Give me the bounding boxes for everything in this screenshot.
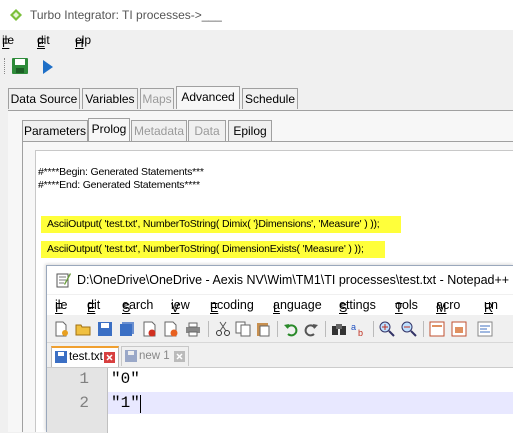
new-file-icon[interactable] — [53, 321, 69, 337]
sync-vertical-icon[interactable] — [429, 321, 445, 337]
npp-menu-edit[interactable]: Edit — [87, 298, 100, 315]
turbo-integrator-app-icon — [10, 9, 22, 21]
svg-text:a: a — [351, 322, 356, 332]
code-line-end: #****End: Generated Statements**** — [38, 179, 200, 191]
open-file-icon[interactable] — [75, 321, 91, 337]
tab-data-source[interactable]: Data Source — [8, 88, 80, 109]
tab-variables[interactable]: Variables — [82, 88, 138, 109]
close-icon[interactable] — [174, 351, 185, 362]
notepad-plus-plus-window: D:\OneDrive\OneDrive - Aexis NV\Wim\TM1\… — [46, 265, 513, 433]
npp-menu-tools[interactable]: Tools — [395, 298, 418, 315]
toolbar-separator — [325, 321, 326, 337]
save-icon[interactable] — [11, 57, 29, 75]
notepad-plus-plus-app-icon — [56, 273, 71, 288]
copy-icon[interactable] — [235, 321, 251, 337]
sync-horizontal-icon[interactable] — [451, 321, 467, 337]
editor-line-1: "0" — [111, 370, 140, 388]
tab-data[interactable]: Data — [188, 120, 226, 141]
npp-tab-label: new 1 — [139, 350, 170, 362]
save-all-icon[interactable] — [119, 321, 135, 337]
line-number-gutter: 1 2 — [47, 368, 108, 433]
npp-menu-encoding[interactable]: Encoding — [210, 298, 254, 315]
npp-title-bar: D:\OneDrive\OneDrive - Aexis NV\Wim\TM1\… — [47, 266, 513, 294]
menu-file[interactable]: File — [2, 33, 14, 50]
zoom-out-icon[interactable] — [401, 321, 417, 337]
text-cursor — [140, 395, 141, 413]
code-line-begin: #****Begin: Generated Statements*** — [38, 166, 204, 178]
npp-tab-label: test.txt — [69, 351, 103, 363]
npp-text-editor[interactable]: 1 2 "0" "1" — [47, 367, 513, 433]
tab-metadata[interactable]: Metadata — [131, 120, 187, 141]
close-file-icon[interactable] — [141, 321, 157, 337]
ti-toolbar — [0, 52, 513, 78]
npp-window-title: D:\OneDrive\OneDrive - Aexis NV\Wim\TM1\… — [77, 273, 510, 287]
close-all-icon[interactable] — [163, 321, 179, 337]
npp-menu-bar: File Edit Search View Encoding Language … — [47, 295, 513, 315]
replace-icon[interactable]: ab — [351, 321, 367, 337]
npp-menu-settings[interactable]: Settings — [339, 298, 376, 315]
npp-menu-macro[interactable]: Macro — [436, 298, 460, 315]
npp-menu-run[interactable]: Run — [484, 298, 498, 315]
current-line-highlight — [108, 392, 513, 414]
redo-icon[interactable] — [303, 321, 319, 337]
svg-text:b: b — [358, 328, 363, 337]
undo-icon[interactable] — [283, 321, 299, 337]
close-icon[interactable] — [104, 352, 115, 363]
tab-prolog[interactable]: Prolog — [88, 118, 130, 141]
npp-toolbar: ab — [47, 316, 513, 343]
ti-menu-bar: File Edit Help — [0, 30, 513, 50]
code-line-asciioutput-dimensionexists: AsciiOutput( 'test.txt', NumberToString(… — [47, 243, 364, 255]
npp-menu-search[interactable]: Search — [122, 298, 153, 315]
editor-line-2: "1" — [111, 394, 140, 412]
npp-tab-bar: test.txt new 1 — [47, 344, 513, 367]
ti-window-title: Turbo Integrator: TI processes->___ — [30, 8, 222, 22]
unsaved-file-icon — [125, 350, 137, 362]
cut-icon[interactable] — [215, 321, 231, 337]
menu-help[interactable]: Help — [75, 33, 91, 50]
line-number: 2 — [79, 394, 89, 412]
tab-advanced[interactable]: Advanced — [176, 86, 240, 109]
npp-menu-view[interactable]: View — [171, 298, 190, 315]
toolbar-separator — [208, 321, 209, 337]
find-icon[interactable] — [331, 321, 347, 337]
run-icon[interactable] — [38, 58, 56, 76]
toolbar-grip — [4, 58, 7, 74]
word-wrap-icon[interactable] — [477, 321, 493, 337]
tab-parameters[interactable]: Parameters — [22, 120, 88, 141]
zoom-in-icon[interactable] — [379, 321, 395, 337]
npp-tab-test-txt[interactable]: test.txt — [51, 346, 119, 367]
toolbar-separator — [423, 321, 424, 337]
print-icon[interactable] — [185, 321, 201, 337]
tab-schedule[interactable]: Schedule — [242, 88, 298, 109]
toolbar-separator — [277, 321, 278, 337]
toolbar-separator — [373, 321, 374, 337]
tab-maps[interactable]: Maps — [140, 88, 174, 109]
line-number: 1 — [79, 370, 89, 388]
ti-title-bar: Turbo Integrator: TI processes->___ — [0, 0, 513, 30]
menu-edit[interactable]: Edit — [37, 33, 50, 50]
npp-menu-language[interactable]: Language — [273, 298, 322, 315]
code-line-asciioutput-dimix: AsciiOutput( 'test.txt', NumberToString(… — [47, 218, 380, 230]
tab-epilog[interactable]: Epilog — [228, 120, 272, 141]
paste-icon[interactable] — [255, 321, 271, 337]
saved-file-icon — [55, 351, 67, 363]
npp-menu-file[interactable]: File — [55, 298, 68, 315]
npp-tab-new-1[interactable]: new 1 — [121, 346, 189, 366]
save-icon[interactable] — [97, 321, 113, 337]
